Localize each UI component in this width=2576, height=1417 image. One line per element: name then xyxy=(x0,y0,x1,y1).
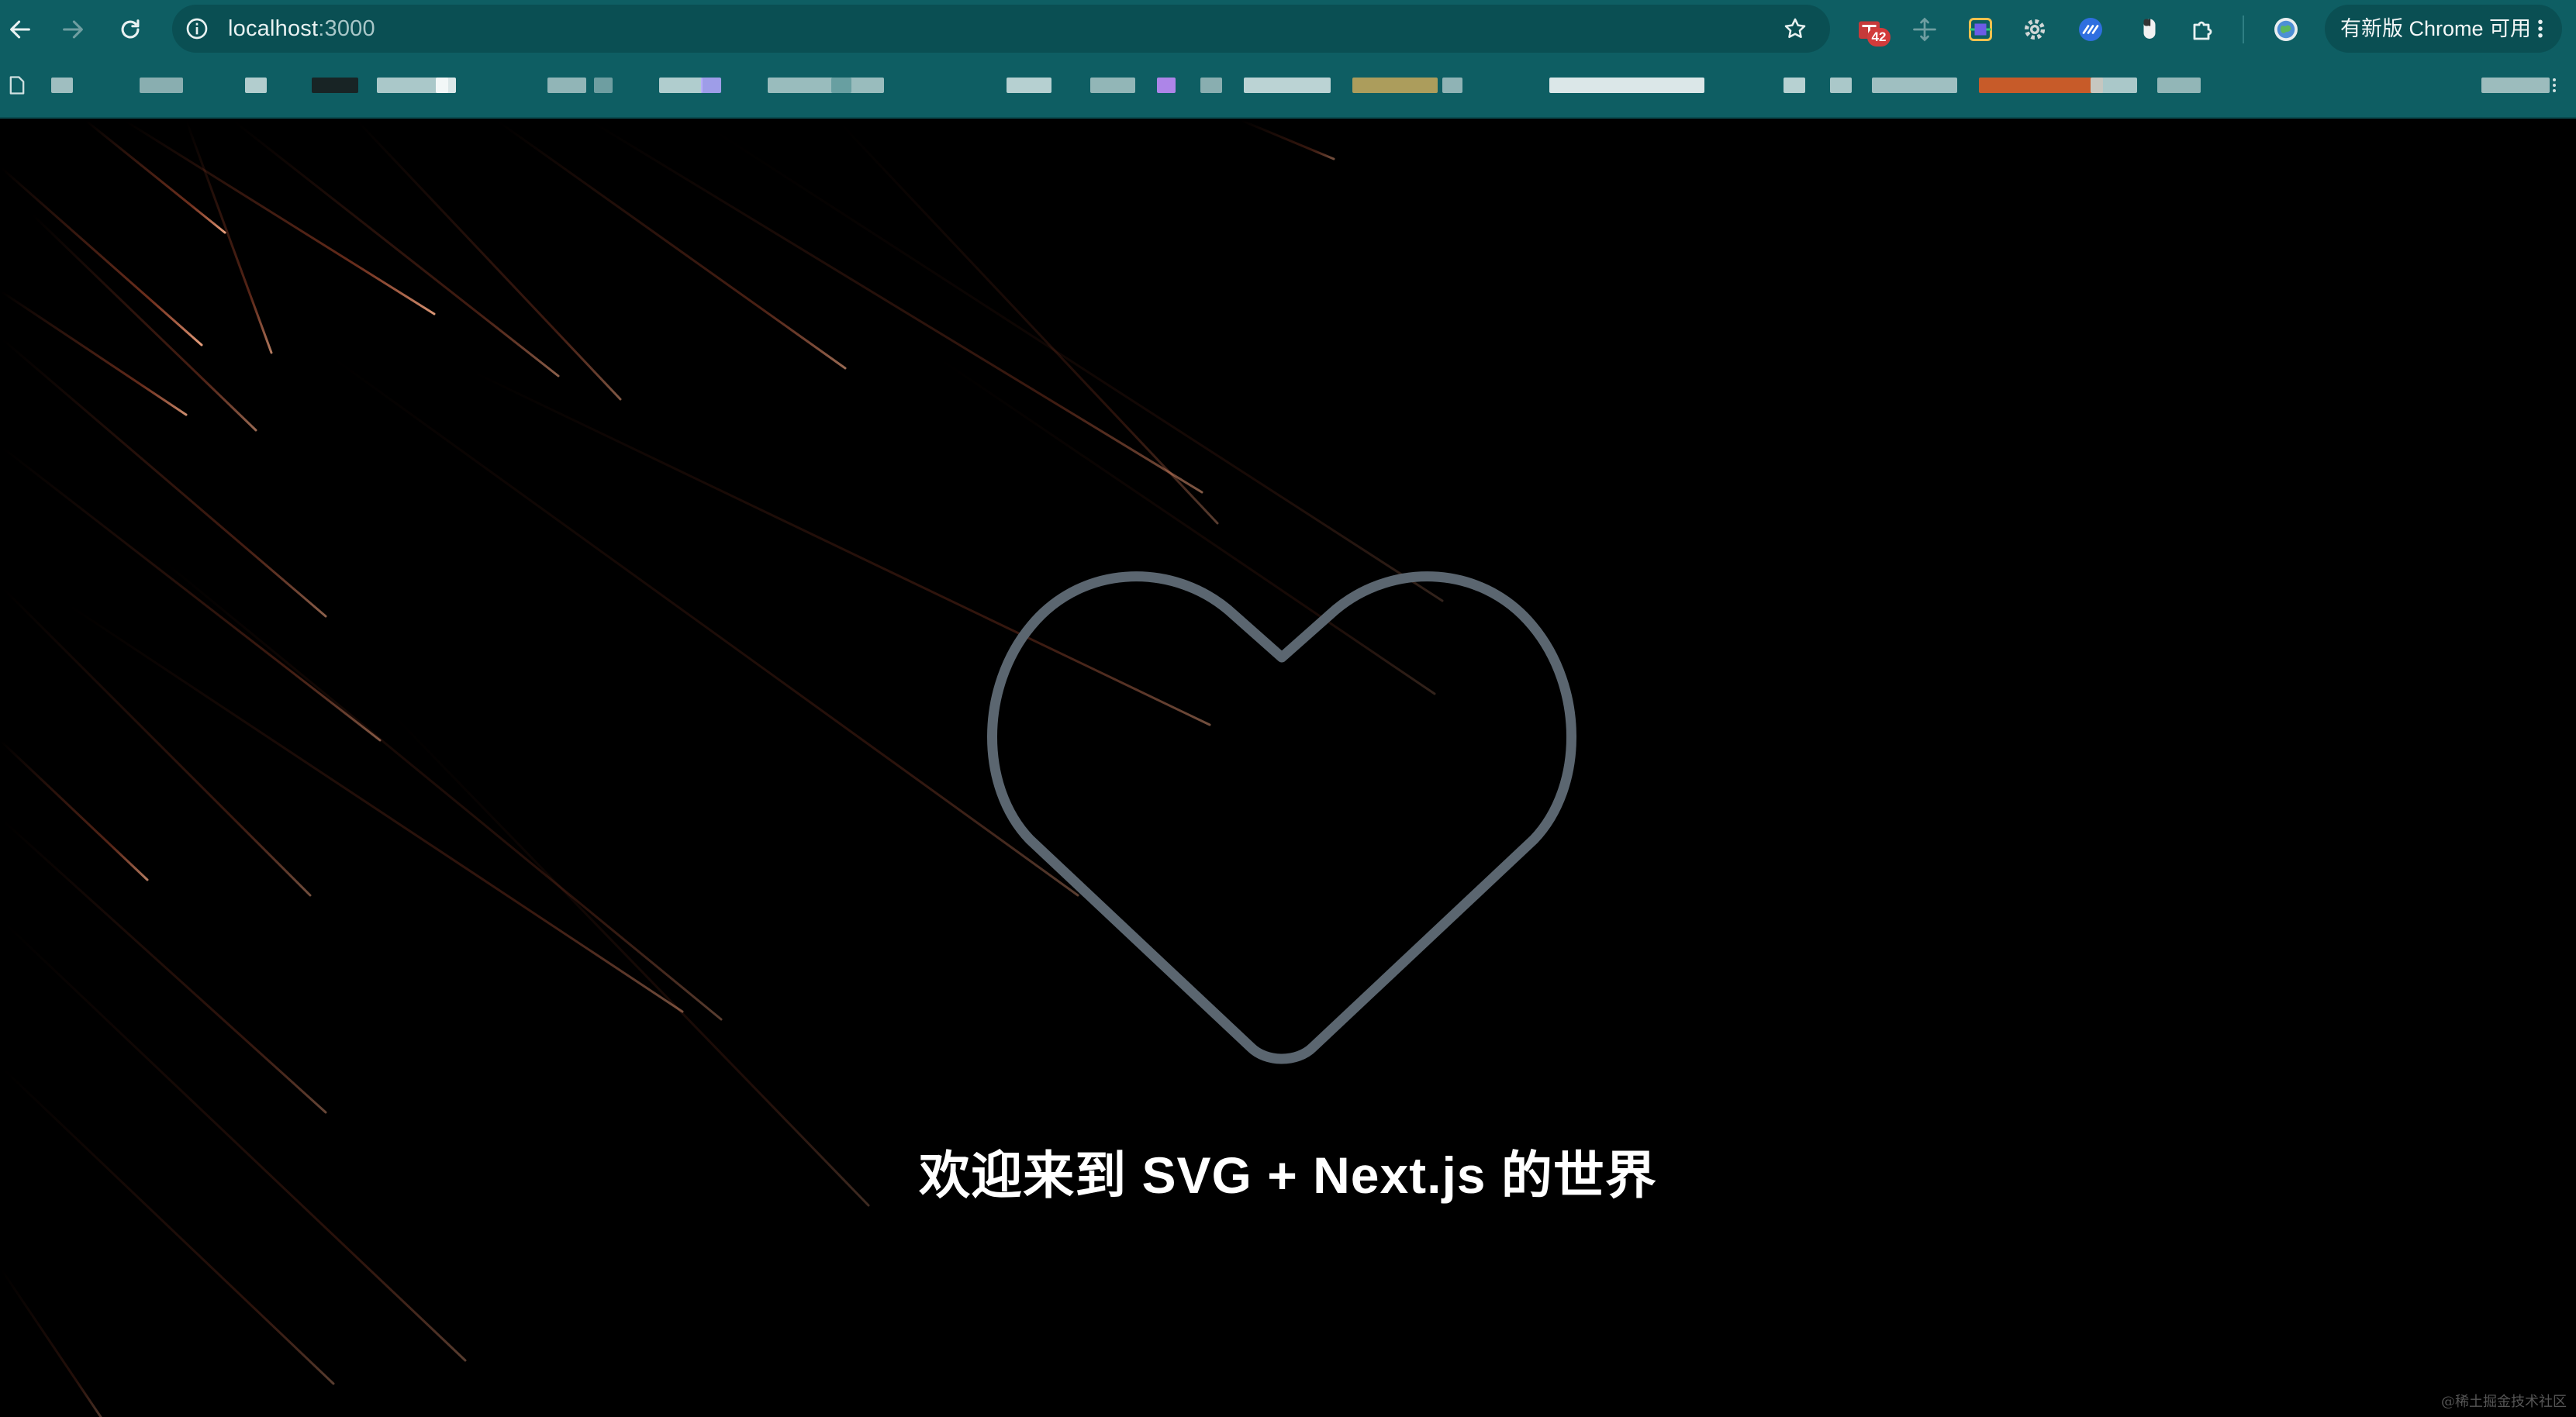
mail-extension-badge: 42 xyxy=(1867,28,1891,47)
bookmark-item[interactable] xyxy=(547,78,586,93)
forward-icon xyxy=(63,20,83,39)
screen-capture-extension-icon xyxy=(1969,18,1992,41)
meteor-streak xyxy=(0,289,188,416)
bookmark-star-icon xyxy=(1784,18,1806,39)
speed-extension-button[interactable] xyxy=(2075,14,2106,45)
mouse-extension-button[interactable] xyxy=(2134,14,2165,45)
bookmark-item[interactable] xyxy=(1352,78,1438,93)
meteor-streak xyxy=(0,1266,102,1417)
browser-toolbar: localhost:3000 42 有新版 Chrome 可用 xyxy=(0,0,2576,59)
bookmark-item[interactable] xyxy=(1090,78,1135,93)
reload-icon xyxy=(121,19,140,39)
bookmark-item[interactable] xyxy=(1157,78,1176,93)
bookmark-star-button[interactable] xyxy=(1780,14,1810,43)
site-info-button[interactable] xyxy=(183,15,211,43)
chrome-update-label: 有新版 Chrome 可用 xyxy=(2340,17,2532,40)
bookmark-item[interactable] xyxy=(1784,78,1805,93)
bookmark-item[interactable] xyxy=(2374,78,2396,93)
watermark: @稀土掘金技术社区 xyxy=(2441,1394,2567,1410)
bookmark-item[interactable] xyxy=(1549,78,1704,93)
meteor-streak xyxy=(185,120,273,354)
welcome-headline: 欢迎来到 SVG + Next.js 的世界 xyxy=(919,1146,1657,1204)
back-icon xyxy=(10,20,30,39)
forward-button[interactable] xyxy=(54,11,92,48)
move-extension-icon xyxy=(1913,17,1936,42)
chrome-update-button[interactable]: 有新版 Chrome 可用 xyxy=(2325,5,2562,53)
meteor-streak xyxy=(0,584,312,897)
profile-avatar-icon xyxy=(2274,18,2298,41)
settings-extension-button[interactable] xyxy=(2019,14,2050,45)
bookmark-folder-icon[interactable] xyxy=(6,74,28,96)
bookmark-item[interactable] xyxy=(436,78,456,93)
url-port: :3000 xyxy=(318,16,375,41)
bookmark-item[interactable] xyxy=(1830,78,1852,93)
more-bookmarks-icon xyxy=(2553,78,2556,92)
profile-button[interactable] xyxy=(2270,14,2301,45)
meteor-streak xyxy=(1239,120,1335,160)
bookmark-item[interactable] xyxy=(768,78,884,93)
bookmark-item[interactable] xyxy=(2481,78,2550,93)
meteor-streak xyxy=(231,120,560,378)
bookmark-item[interactable] xyxy=(2157,78,2201,93)
bookmark-item[interactable] xyxy=(1442,78,1462,93)
bookmark-item[interactable] xyxy=(1244,78,1331,93)
browser-menu-button[interactable] xyxy=(2526,14,2554,43)
meteor-streak xyxy=(324,351,1079,897)
meteor-streak xyxy=(123,120,436,315)
bookmark-item[interactable] xyxy=(659,78,703,93)
meteor-streak xyxy=(0,1064,335,1385)
heart-outline-icon xyxy=(987,571,1576,1064)
extensions-puzzle-icon xyxy=(2193,21,2212,40)
meteor-streak xyxy=(355,120,622,401)
meteor-streak xyxy=(84,120,226,234)
kebab-menu-icon xyxy=(2538,19,2543,38)
bookmark-item[interactable] xyxy=(2091,78,2137,93)
meteor-streak xyxy=(0,739,149,881)
meteor-streak xyxy=(154,553,723,1021)
bookmark-item[interactable] xyxy=(245,78,267,93)
bookmark-item[interactable] xyxy=(1979,78,2103,93)
mail-extension-button[interactable]: 42 xyxy=(1855,14,1891,47)
bookmark-item[interactable] xyxy=(51,78,73,93)
reload-button[interactable] xyxy=(112,11,149,48)
meteor-streak xyxy=(0,336,327,618)
meteor-streak xyxy=(588,120,1203,494)
move-extension-button[interactable] xyxy=(1909,14,1940,45)
toolbar-separator xyxy=(2243,16,2244,43)
bookmarks-bar xyxy=(0,62,2576,109)
bookmark-item[interactable] xyxy=(312,78,358,93)
url-text[interactable]: localhost:3000 xyxy=(228,5,375,53)
settings-extension-icon xyxy=(2024,19,2046,40)
screen-capture-extension-button[interactable] xyxy=(1965,14,1996,45)
speed-extension-icon xyxy=(2079,18,2102,41)
mouse-extension-icon xyxy=(2143,19,2156,39)
bookmark-item[interactable] xyxy=(140,78,183,93)
bookmark-item[interactable] xyxy=(1007,78,1051,93)
meteor-streak xyxy=(696,120,1444,602)
bookmark-item[interactable] xyxy=(831,78,851,93)
browser-chrome: localhost:3000 42 有新版 Chrome 可用 xyxy=(0,0,2576,119)
extensions-button[interactable] xyxy=(2188,14,2219,45)
address-bar[interactable]: localhost:3000 xyxy=(172,5,1830,53)
meteor-streak xyxy=(29,212,257,432)
bookmark-item[interactable] xyxy=(701,78,721,93)
meteor-streak xyxy=(0,444,382,742)
bookmarks-overflow-button[interactable] xyxy=(2543,73,2565,98)
site-info-icon xyxy=(186,18,208,40)
bookmark-item[interactable] xyxy=(594,78,613,93)
bookmark-item[interactable] xyxy=(1200,78,1222,93)
url-host: localhost xyxy=(228,16,319,41)
meteor-streak xyxy=(836,120,1219,525)
meteor-streak xyxy=(60,599,684,1013)
back-button[interactable] xyxy=(2,11,39,48)
meteor-streak xyxy=(0,165,203,346)
bookmark-item[interactable] xyxy=(1872,78,1957,93)
page-viewport: 欢迎来到 SVG + Next.js 的世界 @稀土掘金技术社区 xyxy=(0,120,2576,1417)
meteor-streak xyxy=(386,708,870,1207)
